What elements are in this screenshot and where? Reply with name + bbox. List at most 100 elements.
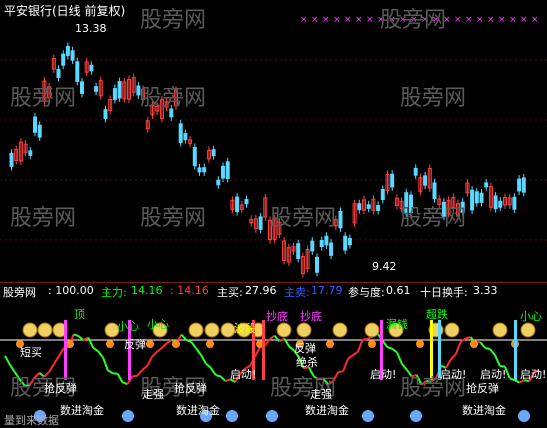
zhuli-label: 主力: xyxy=(101,284,127,300)
oscillator-segment xyxy=(358,340,363,352)
watermark: 股旁网 xyxy=(140,2,206,34)
candle-body xyxy=(348,238,351,244)
candle-body xyxy=(193,148,196,166)
marker-icon: × xyxy=(333,15,341,25)
watermark: 股旁网 xyxy=(270,200,336,232)
candle-body xyxy=(391,174,394,187)
oscillator-segment xyxy=(466,337,471,338)
signal-ding: 顶 xyxy=(74,306,85,322)
candle-body xyxy=(344,236,347,250)
signal-shujinjin: 数进淘金 xyxy=(176,402,220,418)
oscillator-segment xyxy=(157,348,162,352)
candlestick-chart[interactable]: ×××××××××××××××××××××× xyxy=(0,0,547,282)
oscillator-segment xyxy=(382,340,387,347)
oscillator-segment xyxy=(162,343,167,348)
watermark: 股旁网 xyxy=(140,200,206,232)
candle-body xyxy=(29,151,32,155)
signal-chaodi: 抄底 xyxy=(266,308,288,324)
signal-shujinjin: 数进淘金 xyxy=(462,402,506,418)
oscillator-segment xyxy=(211,368,216,375)
signal-dot-icon xyxy=(470,340,478,348)
smiley-icon xyxy=(493,323,507,337)
candle-body xyxy=(198,168,201,172)
oscillator-segment xyxy=(221,376,226,381)
signal-fantan: 反弹 xyxy=(124,336,146,352)
signal-dot-icon xyxy=(146,340,154,348)
blue-ball-icon xyxy=(122,410,134,422)
oscillator-segment xyxy=(93,348,98,351)
oscillator-segment xyxy=(397,352,402,364)
candle-body xyxy=(471,190,474,210)
candle-body xyxy=(475,192,478,203)
oscillator-segment xyxy=(103,357,108,370)
smiley-icon xyxy=(221,323,235,337)
signal-chaodi: 抄底 xyxy=(300,308,322,324)
oscillator-segment xyxy=(392,349,397,353)
candle-body xyxy=(330,243,333,255)
candle-body xyxy=(480,193,483,202)
marker-icon: × xyxy=(366,15,374,25)
oscillator-segment xyxy=(196,348,201,355)
smiley-icon xyxy=(277,323,291,337)
oscillator-segment xyxy=(480,342,485,348)
candle-body xyxy=(66,46,69,55)
signal-dot-icon xyxy=(368,340,376,348)
indicator-panel[interactable]: 股旁网 股旁网 股旁网 股旁网 顶 小心 小心 抄底 抄底 波段 漏钱 超跌 小… xyxy=(0,300,547,426)
candle-body xyxy=(339,211,342,227)
price-chart-panel[interactable]: ×××××××××××××××××××××× 平安银行(日线 前复权) 股旁网 … xyxy=(0,0,547,282)
candle-body xyxy=(81,82,84,93)
oscillator-segment xyxy=(201,355,206,364)
oscillator-segment xyxy=(54,356,59,364)
candle-body xyxy=(316,257,319,272)
oscillator-segment xyxy=(88,337,93,347)
signal-qidong: 启动! xyxy=(370,366,396,382)
marker-icon: × xyxy=(509,15,517,25)
marker-icon: × xyxy=(520,15,528,25)
oscillator-segment xyxy=(495,355,500,366)
signal-dot-icon xyxy=(172,340,180,348)
oscillator-segment xyxy=(98,351,103,357)
oscillator-segment xyxy=(216,375,221,376)
candle-body xyxy=(499,201,502,207)
candle-body xyxy=(245,200,248,204)
oscillator-segment xyxy=(108,371,113,374)
smiley-icon xyxy=(38,323,52,337)
signal-shujinjin: 数进淘金 xyxy=(305,402,349,418)
signal-dot-icon xyxy=(106,340,114,348)
candle-body xyxy=(522,178,525,192)
oscillator-segment xyxy=(510,378,515,380)
oscillator-segment xyxy=(343,359,348,372)
signal-xiaoxin: 小心 xyxy=(147,316,169,332)
candle-body xyxy=(424,176,427,185)
oscillator-segment xyxy=(270,336,275,340)
marker-icon: × xyxy=(487,15,495,25)
smiley-icon xyxy=(333,323,347,337)
watermark: 股旁网 xyxy=(400,80,466,112)
indicator-value-bar: 股旁网 : 100.00 主力: 14.16 : 14.16 主买: 27.96… xyxy=(0,283,547,299)
signal-qidong: 启动! xyxy=(520,366,546,382)
oscillator-segment xyxy=(451,354,456,359)
candle-body xyxy=(203,168,206,172)
candle-body xyxy=(62,54,65,65)
oscillator-segment xyxy=(152,352,157,357)
candle-body xyxy=(104,110,107,119)
watermark: 股旁网 xyxy=(10,80,76,112)
oscillator-segment xyxy=(79,336,84,340)
oscillator-segment xyxy=(353,352,358,355)
marker-icon: × xyxy=(476,15,484,25)
candle-body xyxy=(217,180,220,185)
signal-qidong: 启动! xyxy=(230,366,256,382)
signal-qiaodan: 抢反弹 xyxy=(466,380,499,396)
candle-body xyxy=(381,189,384,199)
candle-body xyxy=(494,196,497,209)
oscillator-segment xyxy=(515,380,520,382)
signal-loudian: 漏钱 xyxy=(386,316,408,332)
candle-body xyxy=(90,65,93,70)
smiley-icon xyxy=(445,323,459,337)
oscillator-segment xyxy=(118,374,123,383)
signal-qidong: 启动! xyxy=(440,366,466,382)
candle-body xyxy=(433,183,436,199)
oscillator-segment xyxy=(348,355,353,358)
candle-body xyxy=(485,183,488,187)
candle-body xyxy=(367,205,370,208)
